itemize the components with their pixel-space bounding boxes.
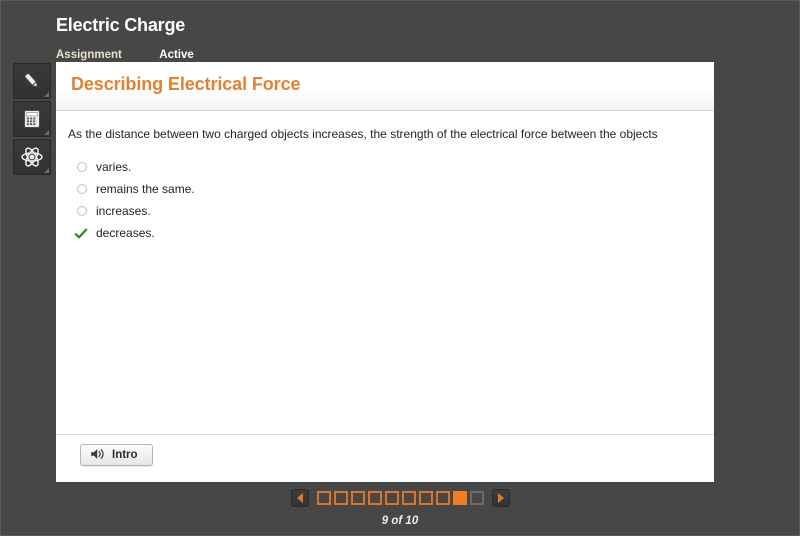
question-text: As the distance between two charged obje… xyxy=(68,127,658,141)
page-square-4[interactable] xyxy=(367,491,382,505)
option-row[interactable]: remains the same. xyxy=(68,178,700,200)
tab-active[interactable]: Active xyxy=(159,48,194,62)
tab-assignment[interactable]: Assignment xyxy=(56,48,122,62)
content-panel-header: Describing Electrical Force xyxy=(56,62,714,111)
page-square-6[interactable] xyxy=(401,491,416,505)
question-body: As the distance between two charged obje… xyxy=(56,111,714,244)
option-label: varies. xyxy=(96,160,132,174)
tool-sidebar xyxy=(13,63,53,177)
radio-button-icon[interactable] xyxy=(77,162,87,172)
radio-button-icon[interactable] xyxy=(77,184,87,194)
page-squares-row xyxy=(290,488,510,508)
header: Electric Charge Assignment Active xyxy=(1,1,799,61)
page-square-8[interactable] xyxy=(435,491,450,505)
option-label: decreases. xyxy=(96,226,155,240)
speaker-icon xyxy=(90,447,105,464)
option-row-selected[interactable]: decreases. xyxy=(68,222,700,244)
assignment-window: Electric Charge Assignment Active Descri… xyxy=(0,0,800,536)
content-panel: Describing Electrical Force As the dista… xyxy=(56,62,714,482)
panel-footer: Intro xyxy=(56,434,714,482)
page-square-2[interactable] xyxy=(333,491,348,505)
checkmark-icon xyxy=(74,226,88,240)
pagination: 9 of 10 xyxy=(1,488,799,527)
page-square-1[interactable] xyxy=(316,491,331,505)
options-list: varies. remains the same. increases. dec… xyxy=(68,156,700,244)
intro-button-label: Intro xyxy=(112,449,138,461)
page-square-5[interactable] xyxy=(384,491,399,505)
triangle-right-icon xyxy=(497,493,504,503)
calculator-icon xyxy=(21,108,43,130)
option-label: increases. xyxy=(96,204,151,218)
atom-icon xyxy=(20,145,44,169)
triangle-left-icon xyxy=(296,493,303,503)
next-page-button[interactable] xyxy=(491,489,510,507)
option-label: remains the same. xyxy=(96,182,195,196)
periodic-table-tool[interactable] xyxy=(13,139,51,175)
content-title: Describing Electrical Force xyxy=(71,74,301,94)
page-square-3[interactable] xyxy=(350,491,365,505)
page-counter: 9 of 10 xyxy=(381,515,419,527)
page-title: Electric Charge xyxy=(56,15,186,35)
intro-audio-button[interactable]: Intro xyxy=(80,444,153,466)
prev-page-button[interactable] xyxy=(290,489,309,507)
pencil-icon xyxy=(20,69,44,93)
option-row[interactable]: increases. xyxy=(68,200,700,222)
calculator-tool[interactable] xyxy=(13,101,51,137)
page-square-10[interactable] xyxy=(469,491,484,505)
page-square-7[interactable] xyxy=(418,491,433,505)
page-square-9[interactable] xyxy=(452,491,467,505)
radio-button-icon[interactable] xyxy=(77,206,87,216)
tab-bar: Assignment Active xyxy=(56,45,194,61)
highlighter-tool[interactable] xyxy=(13,63,51,99)
option-row[interactable]: varies. xyxy=(68,156,700,178)
